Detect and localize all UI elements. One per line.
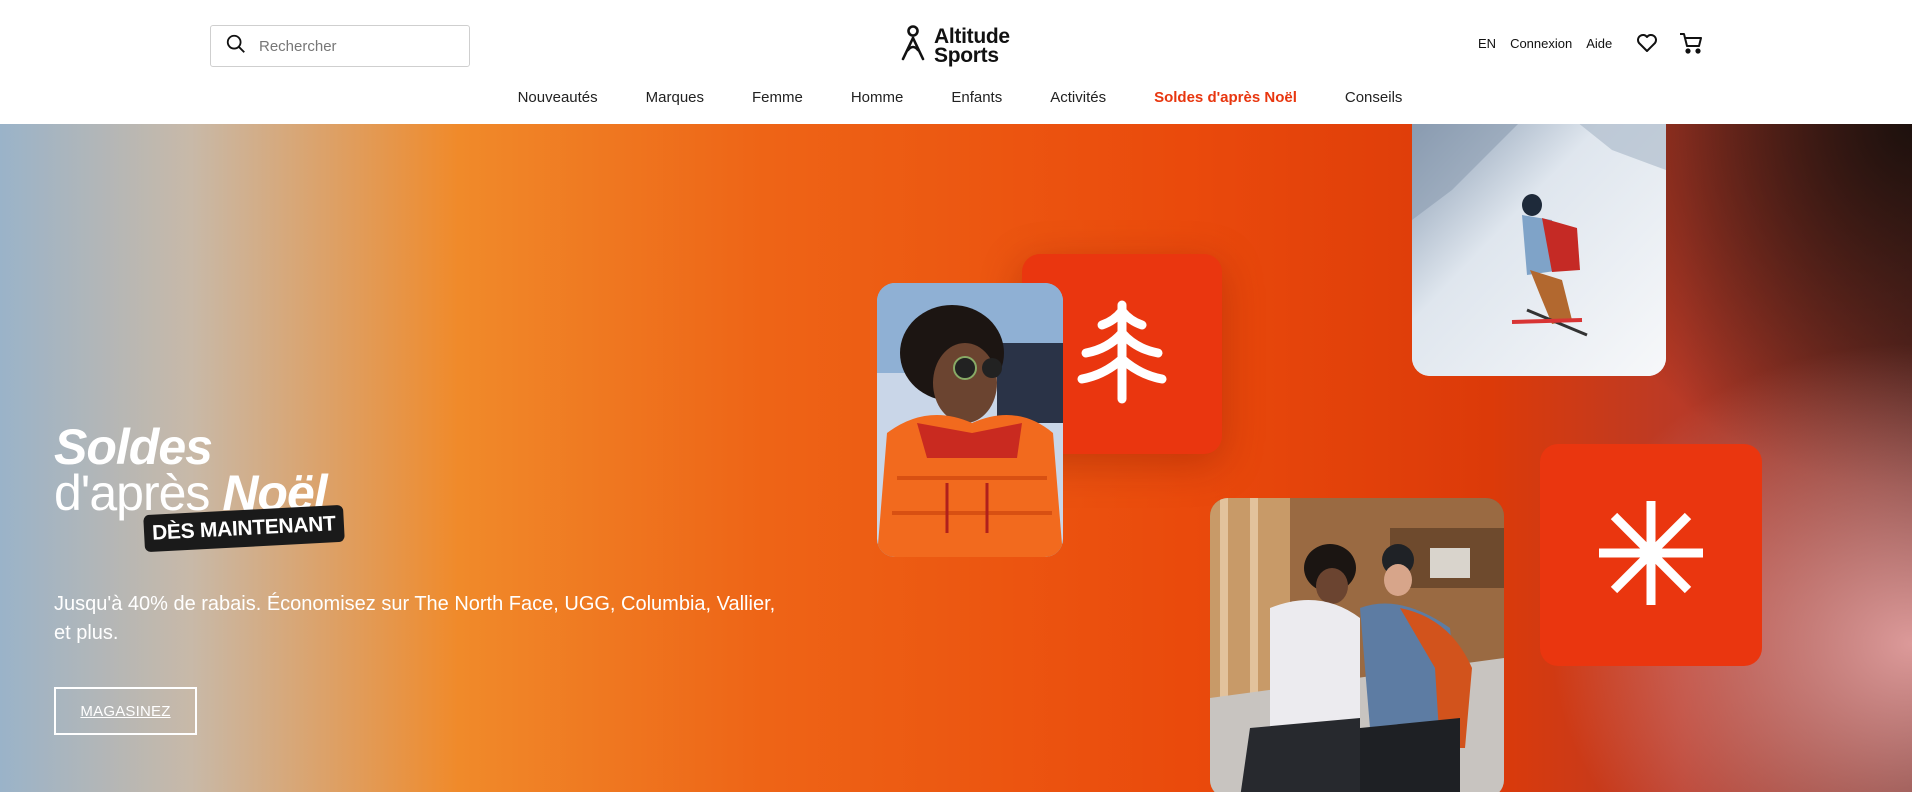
site-header: Altitude Sports EN Connexion Aide Nouvea… [0, 0, 1912, 124]
logo-line-2: Sports [934, 43, 999, 67]
hero-title-line-1: Soldes [54, 419, 213, 475]
nav-item-femme[interactable]: Femme [752, 84, 803, 112]
nav-item-marques[interactable]: Marques [646, 84, 704, 112]
nav-item-enfants[interactable]: Enfants [951, 84, 1002, 112]
woman-photo [877, 283, 1063, 557]
search-box[interactable] [210, 25, 470, 67]
nav-item-nouveautes[interactable]: Nouveautés [518, 84, 598, 112]
search-input[interactable] [259, 37, 459, 55]
nav-item-activites[interactable]: Activités [1050, 84, 1106, 112]
asterisk-icon [1595, 497, 1707, 614]
nav-item-conseils[interactable]: Conseils [1345, 84, 1403, 112]
site-logo[interactable]: Altitude Sports [900, 24, 1010, 67]
hero-title: Soldes d'après Noël [54, 419, 328, 518]
logo-line-1: Altitude [934, 24, 1010, 48]
hero-subtitle: Jusqu'à 40% de rabais. Économisez sur Th… [54, 593, 776, 644]
cart-icon[interactable] [1678, 30, 1704, 56]
header-utilities: EN Connexion Aide [1478, 30, 1912, 56]
login-link[interactable]: Connexion [1510, 36, 1572, 51]
skier-photo [1412, 124, 1666, 376]
shop-button[interactable]: MAGASINEZ [54, 687, 197, 735]
hero-banner: Soldes d'après Noël DÈS MAINTENANT Jusqu… [0, 124, 1912, 792]
logo-icon [900, 24, 928, 67]
tree-icon [1074, 297, 1170, 412]
language-link[interactable]: EN [1478, 36, 1496, 51]
couple-photo [1210, 498, 1504, 792]
nav-item-homme[interactable]: Homme [851, 84, 904, 112]
main-nav: Nouveautés Marques Femme Homme Enfants A… [0, 84, 1912, 112]
heart-icon[interactable] [1634, 30, 1660, 56]
nav-item-soldes[interactable]: Soldes d'après Noël [1154, 84, 1297, 112]
help-link[interactable]: Aide [1586, 36, 1612, 51]
asterisk-tile [1540, 444, 1762, 666]
search-icon [225, 33, 247, 60]
logo-text: Altitude Sports [934, 24, 1010, 67]
